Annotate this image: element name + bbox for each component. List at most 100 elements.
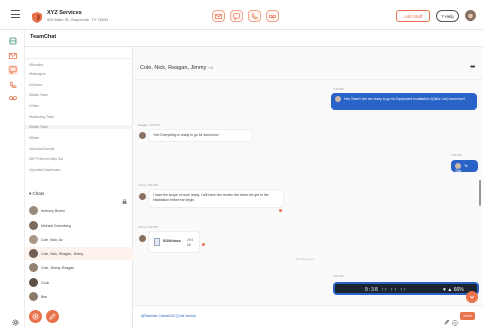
file-attachment[interactable]: SOW.docs 29.6 kB <box>148 231 200 253</box>
emoji-icon[interactable] <box>452 313 458 326</box>
phone-icon[interactable] <box>248 10 261 22</box>
scrollbar[interactable] <box>479 180 481 206</box>
chat-icon[interactable] <box>230 10 243 22</box>
message-sender: Jimmy, 3:51 PM <box>138 183 158 187</box>
scroll-down-button[interactable] <box>466 291 478 303</box>
phone-nav-icon[interactable] <box>9 81 17 89</box>
chats-label-text: Chats <box>32 191 45 196</box>
lock-icon <box>122 191 127 204</box>
chat-name: Cole, Nick, Reagan, Jimmy <box>41 251 84 256</box>
channel-item[interactable]: #Owners <box>29 83 42 87</box>
image-text: ♥ ▲ 66% <box>443 287 464 293</box>
message-text: I have the scope of work ready. I will h… <box>153 193 269 202</box>
channel-item[interactable]: #Sales Team <box>29 93 48 97</box>
inbox-icon[interactable] <box>9 37 17 45</box>
message-bubble-outgoing: Hey Team!! Are we ready to go for Equipm… <box>331 93 477 110</box>
left-navigation <box>0 30 25 328</box>
avatar <box>29 249 38 258</box>
channel-item[interactable]: #Marketing Team <box>29 115 54 119</box>
channel-item[interactable]: #Managers <box>29 72 46 76</box>
company-logo <box>32 10 42 23</box>
mail-nav-icon[interactable] <box>9 52 17 60</box>
chat-list-item[interactable]: Michael Greenberg <box>25 219 133 232</box>
top-bar: XYZ Services 500 Main St, Grapevine, TX … <box>0 0 483 30</box>
record-icon <box>32 313 39 320</box>
help-button[interactable]: ? Help <box>436 10 459 22</box>
message-bubble-incoming: I have the scope of work ready. I will h… <box>148 189 284 208</box>
conversation-divider <box>133 79 483 80</box>
channel-item[interactable]: #Video <box>29 104 39 108</box>
channel-item[interactable]: #Updated Dashboard <box>29 168 60 172</box>
chat-list-item[interactable]: Cole, Nick, Az <box>25 233 133 246</box>
chat-list-item[interactable]: Ben <box>25 290 133 303</box>
avatar <box>29 263 38 272</box>
conversation-title-text: Cole, Nick, Reagan, Jimmy <box>140 65 207 71</box>
avatar <box>139 193 146 200</box>
message-input[interactable]: @Ravinder Conntell AZ (Cole Sasha) <box>141 314 196 318</box>
voicemail-icon[interactable] <box>266 10 279 22</box>
channel-item[interactable]: #Sales Team <box>25 125 133 129</box>
participant-count[interactable]: +4 <box>208 65 213 70</box>
reaction-dot <box>279 209 282 212</box>
message-text: Yes! Everything is ready to go for tomor… <box>153 133 219 137</box>
chat-name: Cole, Jimmy, Reagan <box>41 265 75 270</box>
image-attachment[interactable]: 9:38 ↑↑ ↑↑ ↑↑ ♥ ▲ 66% <box>333 282 479 295</box>
channel-item[interactable]: #HP Premium Way Out <box>29 157 63 161</box>
avatar <box>29 292 38 301</box>
avatar <box>139 132 146 139</box>
voicemail-nav-icon[interactable] <box>9 94 17 102</box>
message-time: 3:53 PM <box>333 274 344 278</box>
message-bubble-incoming: Yes! Everything is ready to go for tomor… <box>148 129 253 142</box>
chat-sidebar: #Renders #Managers #Owners #Sales Team #… <box>25 47 133 328</box>
chevron-down-icon <box>469 295 475 299</box>
hamburger-icon[interactable] <box>11 10 20 18</box>
message-sender: Jimmy, 3:52 PM <box>138 225 158 229</box>
help-icon: ? <box>441 13 444 19</box>
compose-button[interactable] <box>46 310 59 323</box>
chat-name: Michael Greenberg <box>41 223 71 228</box>
new-messages-divider: New Messages <box>296 258 314 261</box>
more-options-icon[interactable]: ••• <box>470 64 475 71</box>
company-address: 500 Main St, Grapevine, TX 76051 <box>47 17 109 22</box>
message-text: Hey Team!! Are we ready to go for Equipm… <box>344 96 466 101</box>
chats-section-label[interactable]: ▾ Chats <box>29 191 44 197</box>
section-title: TeamChat <box>30 34 57 40</box>
avatar <box>139 235 146 242</box>
reaction-dot <box>202 243 205 246</box>
add-staff-button[interactable]: Add Staff <box>396 10 430 22</box>
company-name: XYZ Services <box>47 10 82 16</box>
gear-icon[interactable] <box>11 314 20 326</box>
mail-icon[interactable] <box>212 10 225 22</box>
edit-icon <box>49 313 56 320</box>
chat-list-item[interactable]: Anthony Brown <box>25 204 133 217</box>
file-name: SOW.docs <box>163 239 181 243</box>
chat-nav-icon[interactable] <box>9 66 17 74</box>
teamchat-header: TeamChat <box>25 30 483 47</box>
chat-name: Anthony Brown <box>41 208 65 213</box>
quick-actions <box>212 10 279 22</box>
message-time: 2:40 PM <box>333 87 344 91</box>
avatar <box>335 96 341 102</box>
chat-list-item[interactable]: Cook <box>25 276 133 289</box>
chat-name: Cole, Nick, Az <box>41 237 63 242</box>
channel-item[interactable]: #Renders <box>29 63 43 67</box>
message-composer: @Ravinder Conntell AZ (Cole Sasha) Send <box>133 305 483 328</box>
user-avatar[interactable] <box>465 10 476 21</box>
channel-item[interactable]: #Sales <box>29 136 39 140</box>
message-time: 3:35 PM <box>451 153 462 157</box>
send-button[interactable]: Send <box>460 312 475 320</box>
help-label: Help <box>444 13 454 19</box>
avatar <box>29 278 38 287</box>
avatar <box>29 235 38 244</box>
paperclip-icon[interactable] <box>444 313 450 325</box>
record-button[interactable] <box>29 310 42 323</box>
avatar <box>29 206 38 215</box>
chat-list-item-active[interactable]: Cole, Nick, Reagan, Jimmy <box>25 247 133 260</box>
chat-list-item[interactable]: Cole, Jimmy, Reagan <box>25 261 133 274</box>
conversation-title[interactable]: Cole, Nick, Reagan, Jimmy +4 <box>140 65 213 71</box>
channel-item[interactable]: #UrnewsChannel <box>29 147 54 151</box>
chat-name: Ben <box>41 294 48 299</box>
file-icon <box>154 238 160 246</box>
chat-name: Cook <box>41 280 50 285</box>
message-sender: Reagan, 3:05 PM <box>138 123 160 127</box>
